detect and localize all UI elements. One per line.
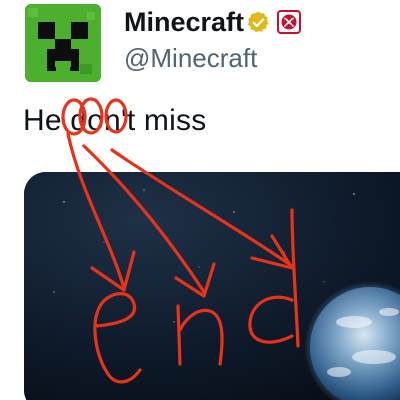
space-earth-image — [24, 172, 400, 400]
verified-badge-icon[interactable] — [246, 10, 271, 35]
avatar[interactable] — [25, 4, 101, 82]
creeper-face-icon — [25, 4, 101, 82]
affiliate-badge-icon[interactable] — [277, 10, 301, 34]
tweet-media-image[interactable] — [24, 172, 400, 400]
tweet-text: He don't miss — [23, 104, 207, 137]
handle[interactable]: @Minecraft — [124, 43, 257, 73]
scribble-word: end — [100, 300, 102, 301]
display-name[interactable]: Minecraft — [124, 5, 244, 39]
tweet-screenshot: Minecraft @Minecraft He don't miss — [0, 0, 400, 400]
